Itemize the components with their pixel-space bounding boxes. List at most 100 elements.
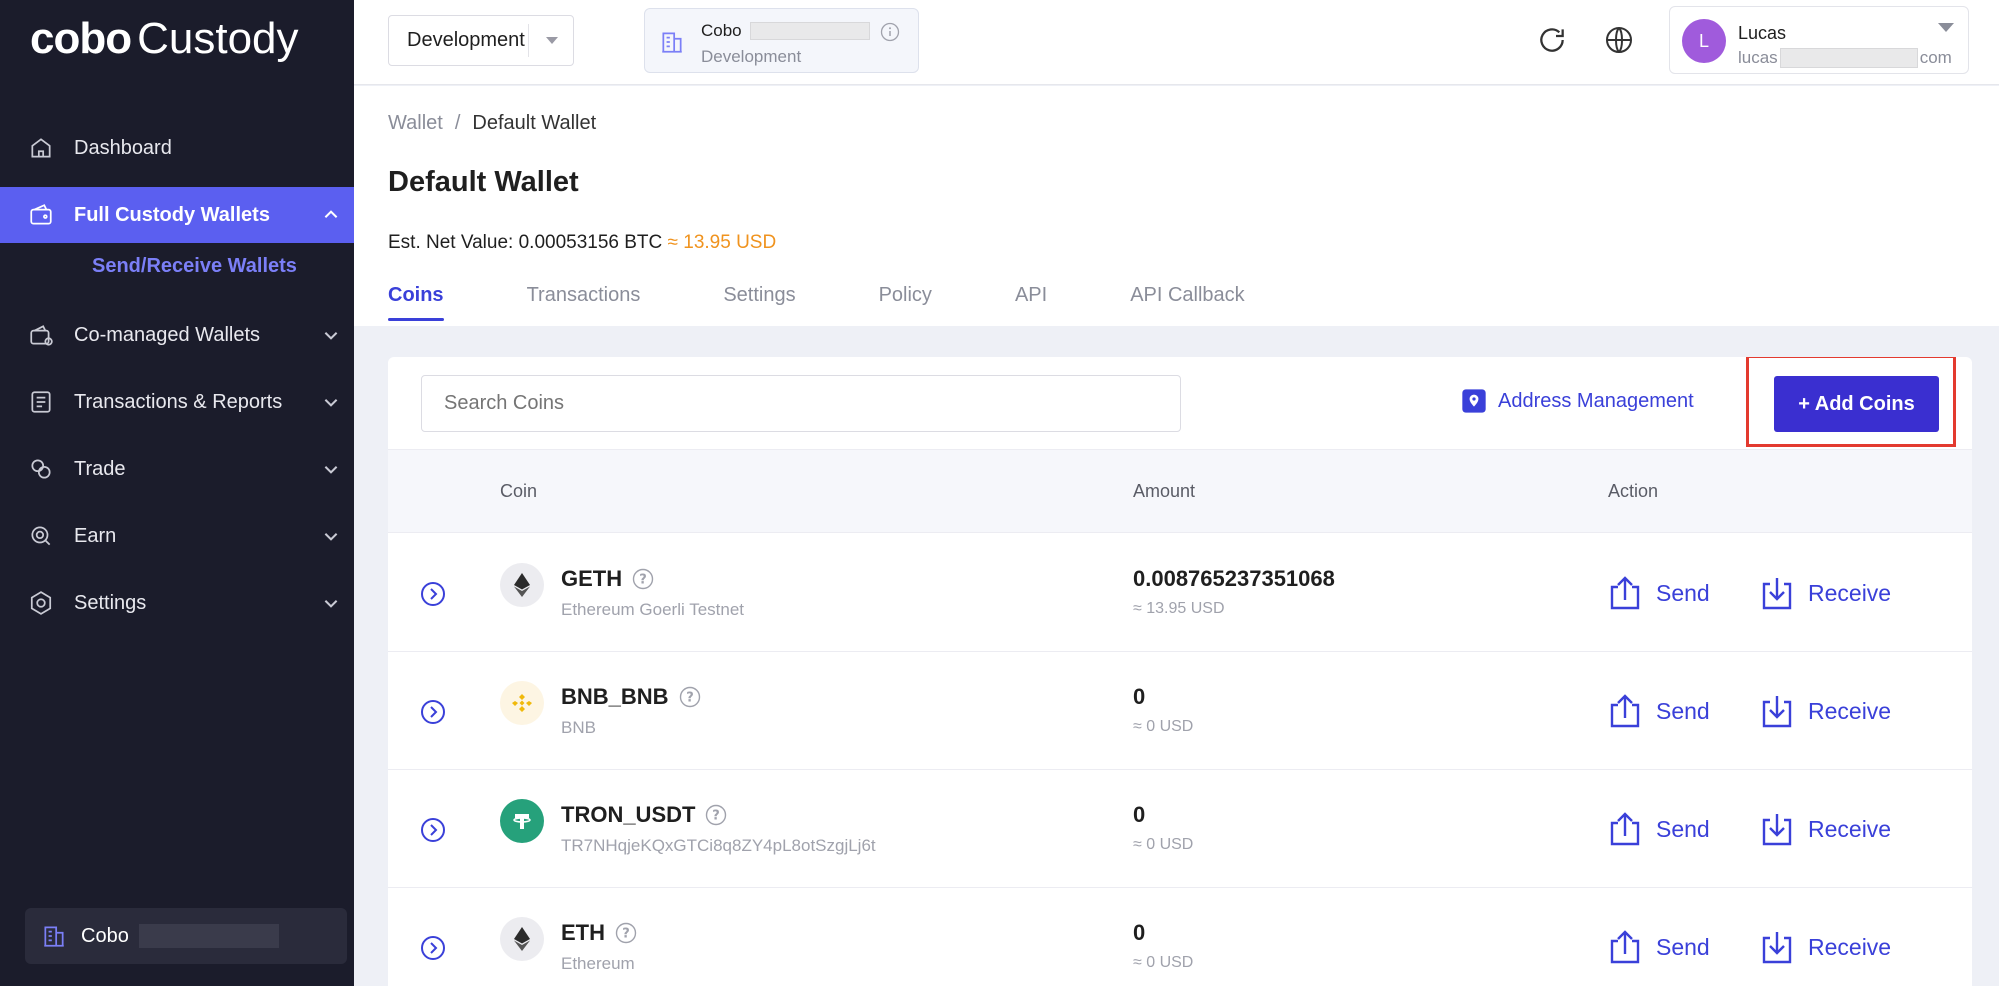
coin-usd-value: ≈ 0 USD bbox=[1133, 836, 1194, 853]
organization-card[interactable]: Cobo Development bbox=[644, 8, 919, 73]
sidebar-item-co-managed-wallets[interactable]: Co-managed Wallets bbox=[0, 307, 354, 363]
send-label: Send bbox=[1656, 815, 1710, 842]
receive-button[interactable]: Receive bbox=[1758, 810, 1891, 848]
coin-usd-value: ≈ 0 USD bbox=[1133, 718, 1194, 735]
expand-row-icon[interactable] bbox=[420, 935, 446, 961]
tab-settings[interactable]: Settings bbox=[723, 284, 795, 321]
tab-policy[interactable]: Policy bbox=[879, 284, 932, 321]
breadcrumb-separator: / bbox=[454, 112, 461, 134]
upload-icon bbox=[1610, 576, 1640, 610]
coin-symbol-row: BNB_BNB ? bbox=[561, 684, 701, 710]
logo-light-text: Custody bbox=[137, 14, 299, 63]
coin-symbol: ETH bbox=[561, 920, 605, 945]
environment-select[interactable]: Development bbox=[388, 15, 574, 66]
expand-row-icon[interactable] bbox=[420, 581, 446, 607]
column-coin: Coin bbox=[500, 481, 538, 501]
send-label: Send bbox=[1656, 933, 1710, 960]
settings-icon bbox=[28, 590, 54, 616]
send-button[interactable]: Send bbox=[1606, 810, 1710, 848]
net-value: Est. Net Value: 0.00053156 BTC ≈ 13.95 U… bbox=[388, 232, 776, 254]
refresh-icon[interactable] bbox=[1536, 24, 1568, 56]
coin-symbol-row: GETH ? bbox=[561, 566, 654, 592]
coin-symbol-row: TRON_USDT ? bbox=[561, 802, 727, 828]
user-name: Lucas bbox=[1738, 23, 1787, 43]
column-amount: Amount bbox=[1133, 481, 1196, 501]
coin-usd-value: ≈ 0 USD bbox=[1133, 954, 1194, 971]
download-icon bbox=[1762, 578, 1792, 610]
receive-button[interactable]: Receive bbox=[1758, 928, 1891, 966]
receive-label: Receive bbox=[1808, 697, 1892, 724]
coin-name: Ethereum bbox=[561, 954, 635, 973]
table-row: GETH ? Ethereum Goerli Testnet 0.0087652… bbox=[388, 534, 1972, 652]
sidebar-org-switcher[interactable]: Cobo bbox=[25, 908, 347, 964]
svg-text:?: ? bbox=[639, 573, 647, 588]
cobo-custody-logo[interactable]: cobo Custody bbox=[30, 14, 299, 64]
sidebar-item-dashboard[interactable]: Dashboard bbox=[0, 120, 354, 176]
tab-api-callback[interactable]: API Callback bbox=[1130, 284, 1245, 321]
receive-button[interactable]: Receive bbox=[1758, 692, 1891, 730]
svg-text:?: ? bbox=[622, 927, 630, 942]
download-icon bbox=[1762, 814, 1792, 846]
coin-symbol-row: ETH ? bbox=[561, 920, 637, 946]
receive-button[interactable]: Receive bbox=[1758, 574, 1891, 612]
add-coins-button[interactable]: + Add Coins bbox=[1774, 376, 1939, 432]
upload-icon bbox=[1610, 930, 1640, 964]
send-button[interactable]: Send bbox=[1606, 928, 1710, 966]
table-row: ETH ? Ethereum 0 ≈ 0 USD Send Receive bbox=[388, 888, 1972, 986]
download-icon bbox=[1762, 696, 1792, 728]
column-action: Action bbox=[1608, 481, 1659, 501]
sidebar-item-label: Co-managed Wallets bbox=[74, 323, 261, 346]
expand-row-icon[interactable] bbox=[420, 817, 446, 843]
send-button[interactable]: Send bbox=[1606, 692, 1710, 730]
coin-name: TR7NHqjeKQxGTCi8q8ZY4pL8otSzgjLj6t bbox=[561, 836, 876, 855]
download-icon bbox=[1762, 932, 1792, 964]
info-icon[interactable] bbox=[880, 22, 900, 42]
upload-icon bbox=[1610, 694, 1640, 728]
tab-transactions[interactable]: Transactions bbox=[527, 284, 641, 321]
sidebar-item-full-custody-wallets[interactable]: Full Custody Wallets bbox=[0, 187, 354, 243]
tab-api[interactable]: API bbox=[1015, 284, 1047, 321]
globe-icon[interactable] bbox=[1603, 24, 1635, 56]
expand-row-icon[interactable] bbox=[420, 699, 446, 725]
coins-card: Address Management + Add Coins Coin Amou… bbox=[388, 357, 1972, 986]
breadcrumb-current: Default Wallet bbox=[472, 112, 597, 134]
email-prefix: lucas bbox=[1738, 48, 1778, 67]
help-icon[interactable]: ? bbox=[632, 568, 654, 590]
organization-name: Cobo bbox=[701, 21, 742, 40]
bnb-icon bbox=[500, 681, 544, 725]
sidebar-subitem-send-receive-wallets[interactable]: Send/Receive Wallets bbox=[92, 255, 297, 278]
tab-coins[interactable]: Coins bbox=[388, 284, 444, 321]
send-button[interactable]: Send bbox=[1606, 574, 1710, 612]
sidebar-item-earn[interactable]: Earn bbox=[0, 508, 354, 564]
help-icon[interactable]: ? bbox=[705, 804, 727, 826]
wallet-tabs: Coins Transactions Settings Policy API A… bbox=[388, 284, 1328, 321]
coin-name: Ethereum Goerli Testnet bbox=[561, 600, 744, 619]
coin-symbol: BNB_BNB bbox=[561, 684, 669, 709]
coin-amount: 0 bbox=[1133, 920, 1146, 945]
user-menu[interactable]: L Lucas lucas com bbox=[1669, 6, 1969, 74]
sidebar-item-trade[interactable]: Trade bbox=[0, 441, 354, 497]
chevron-down-icon bbox=[324, 399, 338, 407]
chevron-down-icon bbox=[324, 533, 338, 541]
sidebar-item-transactions-reports[interactable]: Transactions & Reports bbox=[0, 374, 354, 430]
help-icon[interactable]: ? bbox=[615, 922, 637, 944]
send-label: Send bbox=[1656, 697, 1710, 724]
organization-environment: Development bbox=[701, 47, 802, 66]
sidebar-item-settings[interactable]: Settings bbox=[0, 575, 354, 631]
breadcrumb-wallet[interactable]: Wallet bbox=[388, 112, 443, 135]
net-value-usd: ≈ 13.95 USD bbox=[667, 232, 777, 253]
chevron-down-icon bbox=[324, 466, 338, 474]
help-icon[interactable]: ? bbox=[679, 686, 701, 708]
ethereum-icon bbox=[500, 563, 544, 607]
sidebar-item-label: Full Custody Wallets bbox=[74, 203, 270, 226]
redacted-block bbox=[1779, 48, 1918, 68]
address-management-link[interactable]: Address Management bbox=[1460, 387, 1694, 415]
send-label: Send bbox=[1656, 579, 1710, 606]
location-pin-icon bbox=[1462, 389, 1486, 413]
address-management-label: Address Management bbox=[1498, 389, 1694, 412]
coin-amount: 0.008765237351068 bbox=[1133, 566, 1335, 591]
receive-label: Receive bbox=[1808, 579, 1892, 606]
sidebar-item-label: Settings bbox=[74, 591, 147, 614]
search-coins-input[interactable] bbox=[421, 375, 1181, 432]
sidebar: cobo Custody Dashboard Full Custody Wall… bbox=[0, 0, 354, 986]
